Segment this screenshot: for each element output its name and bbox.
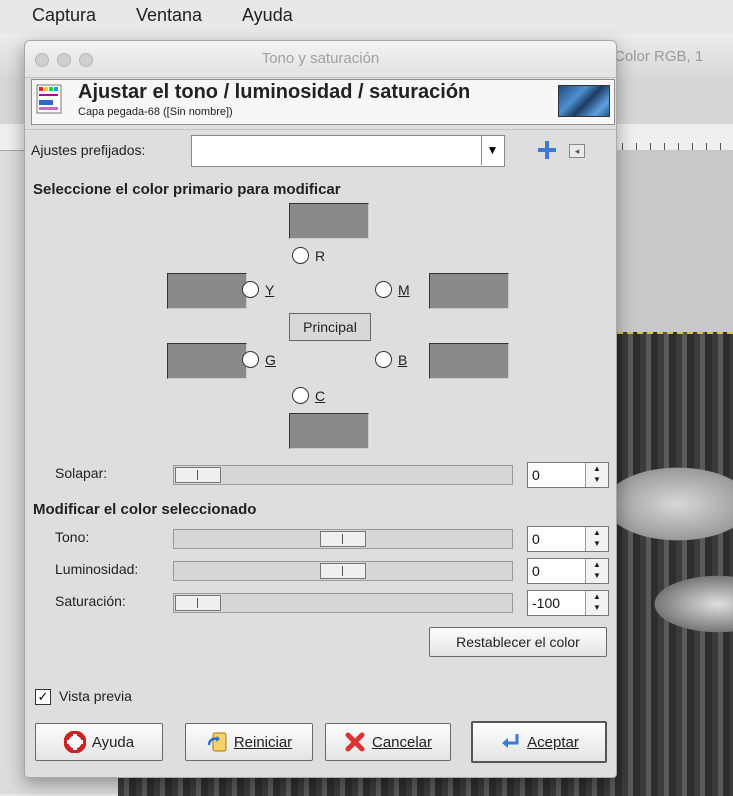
radio-green[interactable]: G [242,351,276,368]
radio-green-label: G [265,351,276,368]
dialog-window-title: Tono y saturación [261,50,380,67]
radio-cyan[interactable]: C [292,387,325,404]
chevron-down-icon[interactable]: ▼ [481,135,503,165]
modify-color-heading: Modificar el color seleccionado [33,501,257,518]
lightness-value: 0 [532,563,540,579]
saturation-spinbox[interactable]: -100 ▲ ▼ [527,590,609,616]
radio-blue-dot[interactable] [375,351,392,368]
header-divider [25,129,616,130]
preset-menu-icon[interactable]: ◂ [569,144,585,158]
overlap-label: Solapar: [55,465,108,481]
ok-button-label: Aceptar [527,733,579,751]
lightness-spinbox[interactable]: 0 ▲ ▼ [527,558,609,584]
preview-label: Vista previa [59,688,132,704]
help-button-label: Ayuda [91,733,135,751]
saturation-slider-handle[interactable] [175,595,221,611]
overlap-value: 0 [532,467,540,483]
hue-spin-arrows[interactable]: ▲ ▼ [585,527,608,551]
presets-label: Ajustes prefijados: [31,142,146,158]
radio-magenta-dot[interactable] [375,281,392,298]
layer-thumbnail [558,85,610,117]
hue-label: Tono: [55,529,90,545]
hue-slider-handle[interactable] [320,531,366,547]
swatch-green [167,343,247,379]
preview-checkbox[interactable]: ✓ [35,689,51,705]
menu-bar: Captura Ventana Ayuda [0,0,733,35]
saturation-spin-arrows[interactable]: ▲ ▼ [585,591,608,615]
radio-blue-label: B [398,351,408,368]
dialog-header-title: Ajustar el tono / luminosidad / saturaci… [78,81,471,103]
saturation-label: Saturación: [55,593,126,609]
swatch-yellow [167,273,247,309]
reset-color-button[interactable]: Restablecer el color [429,627,607,657]
radio-cyan-label: C [315,387,326,404]
hue-spinbox[interactable]: 0 ▲ ▼ [527,526,609,552]
primary-color-heading: Seleccione el color primario para modifi… [33,181,341,198]
overlap-spin-arrows[interactable]: ▲ ▼ [585,463,608,487]
radio-yellow-label: Y [265,281,275,298]
lightness-slider-handle[interactable] [320,563,366,579]
hue-slider[interactable] [173,529,513,549]
radio-red-dot[interactable] [292,247,309,264]
cancel-button[interactable]: Cancelar [325,723,451,761]
hue-value: 0 [532,531,540,547]
reset-button-label: Reiniciar [233,733,293,751]
radio-blue[interactable]: B [375,351,407,368]
reset-button[interactable]: Reiniciar [185,723,313,761]
presets-combo[interactable] [191,135,505,167]
hue-saturation-icon [36,84,62,114]
lightness-slider[interactable] [173,561,513,581]
reset-icon [207,732,227,752]
radio-yellow[interactable]: Y [242,281,274,298]
radio-red-label: R [315,247,326,264]
saturation-value: -100 [532,595,561,611]
add-preset-icon[interactable] [537,140,557,160]
radio-yellow-dot[interactable] [242,281,259,298]
swatch-magenta [429,273,509,309]
radio-red[interactable]: R [292,247,325,264]
help-lifebuoy-icon [63,731,86,753]
saturation-slider[interactable] [173,593,513,613]
radio-magenta-label: M [398,281,410,298]
swatch-blue [429,343,509,379]
overlap-slider-handle[interactable] [175,467,221,483]
ok-return-icon [502,734,519,748]
menu-ventana[interactable]: Ventana [136,5,202,26]
radio-green-dot[interactable] [242,351,259,368]
swatch-red [289,203,369,239]
menu-captura[interactable]: Captura [32,5,96,26]
lightness-spin-arrows[interactable]: ▲ ▼ [585,559,608,583]
dialog-header-subtitle: Capa pegada-68 ([Sin nombre]) [78,106,233,118]
dialog-header: Ajustar el tono / luminosidad / saturaci… [31,79,615,125]
overlap-spinbox[interactable]: 0 ▲ ▼ [527,462,609,488]
radio-cyan-dot[interactable] [292,387,309,404]
hue-saturation-dialog: Tono y saturación Ajustar el tono / lumi… [24,40,617,778]
overlap-slider[interactable] [173,465,513,485]
menu-ayuda[interactable]: Ayuda [242,5,293,26]
ok-button[interactable]: Aceptar [471,721,607,763]
cancel-x-icon [345,732,365,752]
background-window-title: Color RGB, 1 [614,48,704,65]
help-button[interactable]: Ayuda [35,723,163,761]
lightness-label: Luminosidad: [55,561,139,577]
swatch-cyan [289,413,369,449]
radio-magenta[interactable]: M [375,281,410,298]
cancel-button-label: Cancelar [371,733,433,751]
dialog-titlebar[interactable]: Tono y saturación [25,41,616,78]
principal-button[interactable]: Principal [289,313,371,341]
